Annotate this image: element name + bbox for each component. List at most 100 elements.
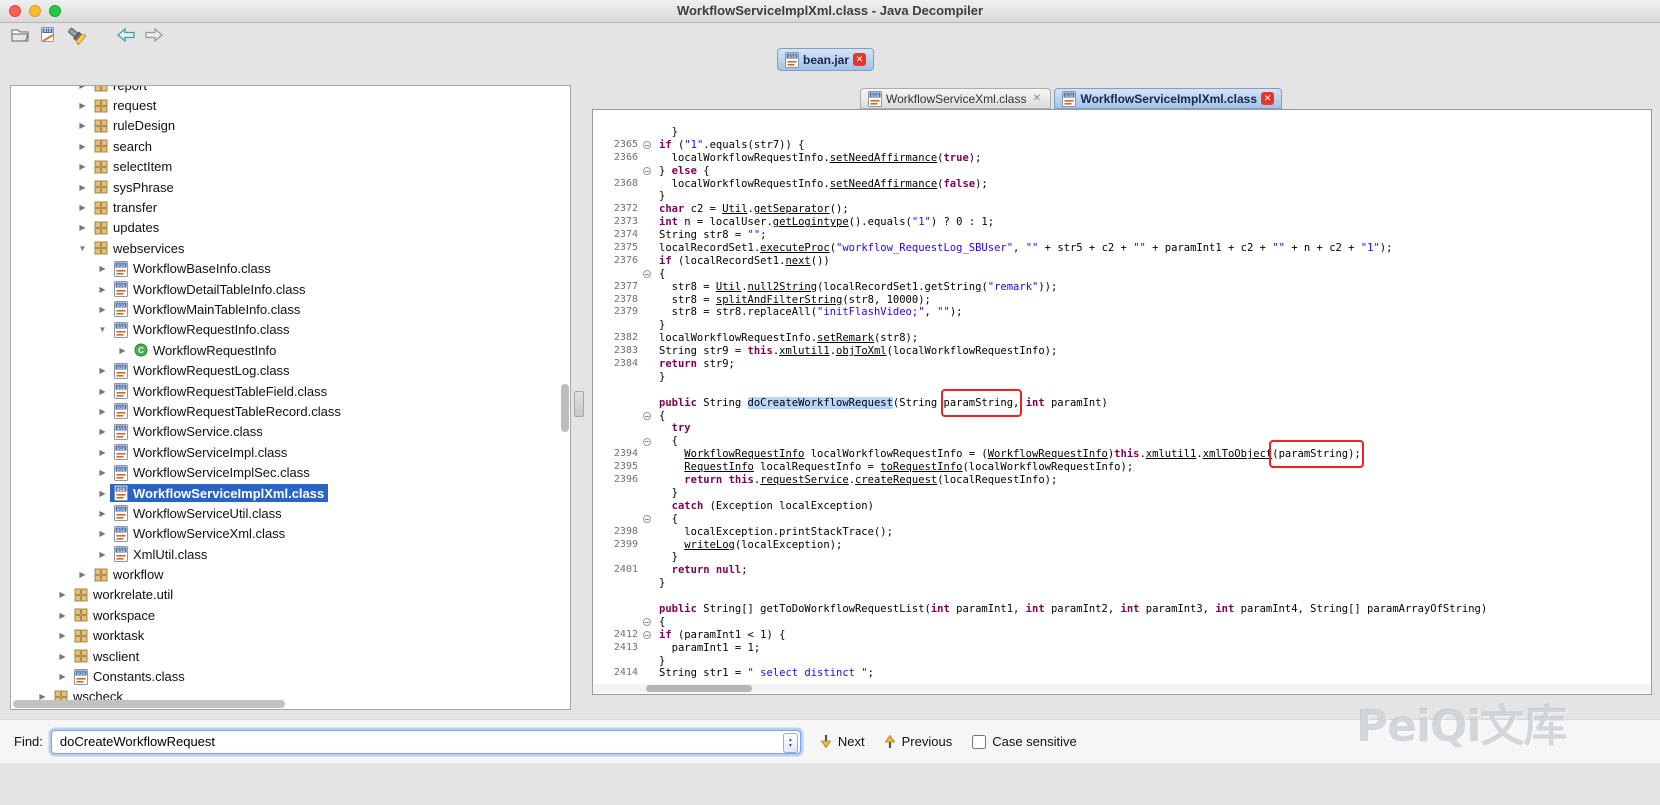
fold-gutter[interactable] <box>640 438 653 446</box>
tree-item[interactable]: ▶transfer <box>11 197 560 217</box>
chevron-down-icon[interactable]: ▼ <box>95 325 110 334</box>
tree-item[interactable]: ▶workspace <box>11 605 560 625</box>
fold-gutter[interactable] <box>640 270 653 278</box>
tree-item-selected[interactable]: 010WorkflowServiceImplXml.class <box>110 484 328 502</box>
tree-item[interactable]: ▶010WorkflowService.class <box>11 422 560 442</box>
tree-item-content[interactable]: 010WorkflowRequestTableField.class <box>110 382 331 400</box>
tree-item-content[interactable]: 010WorkflowServiceImplSec.class <box>110 464 314 482</box>
code-tab[interactable]: 010WorkflowServiceXml.class <box>860 88 1051 109</box>
back-icon[interactable] <box>114 25 138 45</box>
chevron-right-icon[interactable]: ▶ <box>75 142 90 151</box>
tree-horizontal-scrollbar[interactable] <box>12 700 558 708</box>
scrollbar-thumb[interactable] <box>561 384 569 432</box>
scrollbar-thumb[interactable] <box>646 685 752 692</box>
tree-item[interactable]: ▶search <box>11 136 560 156</box>
tree-item-content[interactable]: 010WorkflowRequestInfo.class <box>110 321 294 339</box>
tree-item-content[interactable]: workflow <box>90 566 168 583</box>
code-editor[interactable]: }2365if ("1".equals(str7)) {2366 localWo… <box>592 109 1652 695</box>
tree-item[interactable]: ▶010WorkflowServiceImplSec.class <box>11 462 560 482</box>
chevron-right-icon[interactable]: ▶ <box>95 366 110 375</box>
tree-item-content[interactable]: wsclient <box>70 648 143 665</box>
tree-item-content[interactable]: worktask <box>70 627 148 644</box>
close-icon[interactable] <box>853 53 866 66</box>
fold-collapse-icon[interactable] <box>643 412 651 420</box>
fold-gutter[interactable] <box>640 631 653 639</box>
chevron-right-icon[interactable]: ▶ <box>75 101 90 110</box>
tree-item-content[interactable]: 010WorkflowMainTableInfo.class <box>110 300 304 318</box>
find-input[interactable] <box>51 730 801 754</box>
case-sensitive-option[interactable]: Case sensitive <box>972 734 1077 749</box>
chevron-right-icon[interactable]: ▶ <box>95 489 110 498</box>
chevron-right-icon[interactable]: ▶ <box>75 162 90 171</box>
fold-collapse-icon[interactable] <box>643 167 651 175</box>
fold-collapse-icon[interactable] <box>643 631 651 639</box>
fold-gutter[interactable] <box>640 412 653 420</box>
tree-item-content[interactable]: 010WorkflowService.class <box>110 423 267 441</box>
tree-item[interactable]: ▶updates <box>11 218 560 238</box>
tree-item-content[interactable]: selectItem <box>90 158 176 175</box>
tree-item-content[interactable]: 010WorkflowServiceUtil.class <box>110 504 286 522</box>
fold-collapse-icon[interactable] <box>643 515 651 523</box>
tree-item-content[interactable]: 010WorkflowServiceImpl.class <box>110 443 291 461</box>
chevron-right-icon[interactable]: ▶ <box>75 85 90 90</box>
chevron-down-icon[interactable]: ▼ <box>75 244 90 253</box>
chevron-right-icon[interactable]: ▶ <box>95 264 110 273</box>
tree-item-content[interactable]: 010WorkflowBaseInfo.class <box>110 260 275 278</box>
chevron-right-icon[interactable]: ▶ <box>95 387 110 396</box>
find-history-stepper-icon[interactable]: ▲▼ <box>783 733 798 753</box>
tree-item[interactable]: ▶request <box>11 95 560 115</box>
fold-collapse-icon[interactable] <box>643 618 651 626</box>
tree-item[interactable]: ▶010WorkflowRequestTableRecord.class <box>11 401 560 421</box>
tree-item-content[interactable]: report <box>90 85 151 94</box>
fold-collapse-icon[interactable] <box>643 270 651 278</box>
tree-item[interactable]: ▶010WorkflowServiceXml.class <box>11 524 560 544</box>
fold-collapse-icon[interactable] <box>643 438 651 446</box>
tree-vertical-scrollbar[interactable] <box>561 88 569 697</box>
chevron-right-icon[interactable]: ▶ <box>75 121 90 130</box>
find-previous-button[interactable]: Previous <box>883 734 953 749</box>
tree-item[interactable]: ▶010WorkflowServiceImplXml.class <box>11 483 560 503</box>
tree-item[interactable]: ▶sysPhrase <box>11 177 560 197</box>
tree-item[interactable]: ▼webservices <box>11 238 560 258</box>
tree-item[interactable]: ▶workflow <box>11 564 560 584</box>
tree-item-content[interactable]: 010WorkflowRequestTableRecord.class <box>110 402 345 420</box>
chevron-right-icon[interactable]: ▶ <box>55 631 70 640</box>
close-icon[interactable] <box>1261 92 1274 105</box>
fold-gutter[interactable] <box>640 515 653 523</box>
fold-gutter[interactable] <box>640 167 653 175</box>
fold-collapse-icon[interactable] <box>643 141 651 149</box>
search-icon[interactable] <box>64 25 88 45</box>
splitter-handle[interactable] <box>574 391 584 417</box>
tree-item-content[interactable]: workspace <box>70 607 159 624</box>
tree-item[interactable]: ▶010WorkflowMainTableInfo.class <box>11 299 560 319</box>
zoom-window-button[interactable] <box>49 5 61 17</box>
tree-item[interactable]: ▼010WorkflowRequestInfo.class <box>11 320 560 340</box>
tree-item[interactable]: ▶report <box>11 85 560 95</box>
chevron-right-icon[interactable]: ▶ <box>95 427 110 436</box>
chevron-right-icon[interactable]: ▶ <box>95 509 110 518</box>
chevron-right-icon[interactable]: ▶ <box>95 285 110 294</box>
fold-gutter[interactable] <box>640 141 653 149</box>
close-window-button[interactable] <box>9 5 21 17</box>
tree-item-content[interactable]: search <box>90 138 156 155</box>
chevron-right-icon[interactable]: ▶ <box>115 346 130 355</box>
close-icon[interactable] <box>1030 92 1043 105</box>
tree-item[interactable]: ▶wsclient <box>11 646 560 666</box>
chevron-right-icon[interactable]: ▶ <box>75 203 90 212</box>
tree-item-content[interactable]: 010WorkflowRequestLog.class <box>110 362 294 380</box>
chevron-right-icon[interactable]: ▶ <box>95 305 110 314</box>
scrollbar-thumb[interactable] <box>13 700 285 708</box>
tree-item-content[interactable]: 010Constants.class <box>70 668 189 686</box>
jar-tab[interactable]: 010bean.jar <box>777 48 874 71</box>
tree-item-content[interactable]: 010WorkflowDetailTableInfo.class <box>110 280 309 298</box>
tree-item[interactable]: ▶010WorkflowDetailTableInfo.class <box>11 279 560 299</box>
tree-item-content[interactable]: sysPhrase <box>90 179 178 196</box>
tree-item-content[interactable]: updates <box>90 219 163 236</box>
tree-item[interactable]: ▶worktask <box>11 626 560 646</box>
tree-item[interactable]: ▶selectItem <box>11 157 560 177</box>
forward-icon[interactable] <box>142 25 166 45</box>
open-type-icon[interactable]: 010 <box>36 25 60 45</box>
chevron-right-icon[interactable]: ▶ <box>95 448 110 457</box>
tree-item[interactable]: ▶010WorkflowRequestLog.class <box>11 360 560 380</box>
chevron-right-icon[interactable]: ▶ <box>95 468 110 477</box>
